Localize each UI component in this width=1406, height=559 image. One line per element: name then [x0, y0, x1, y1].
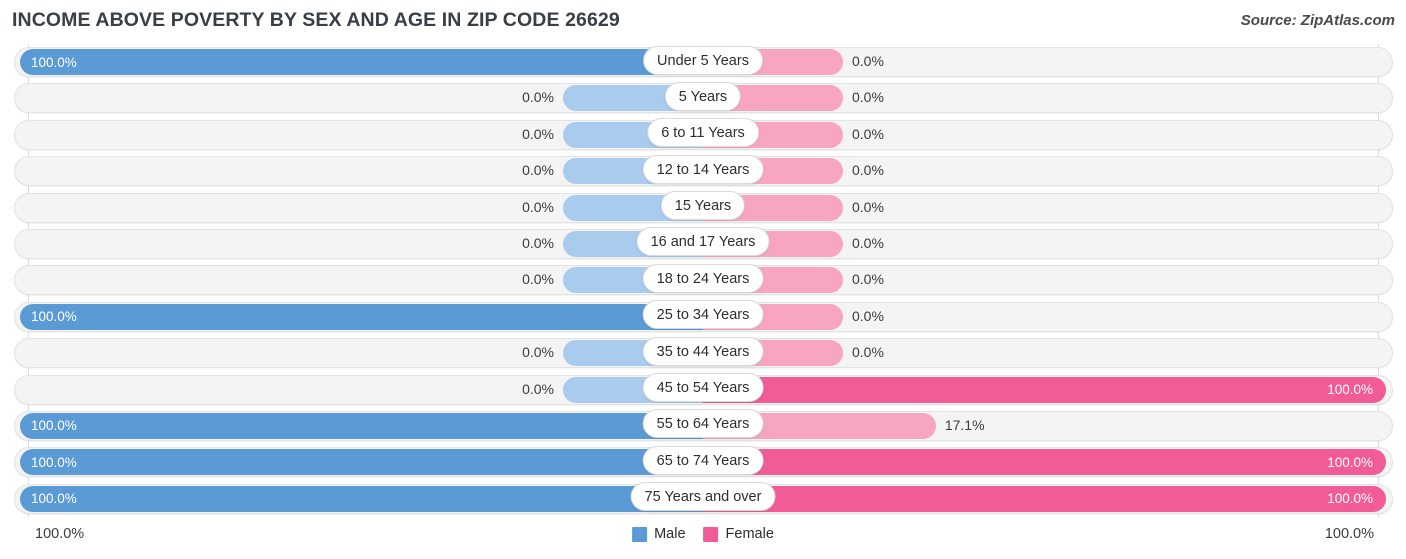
female-value-label: 0.0%	[852, 198, 884, 215]
female-value-label: 0.0%	[852, 89, 884, 106]
legend-item-female[interactable]: Female	[703, 526, 774, 542]
category-label-pill: 55 to 64 Years	[642, 409, 764, 439]
bar-row: 0.0% 0.0% 6 to 11 Years	[0, 117, 1406, 153]
male-value-label: 0.0%	[522, 89, 554, 106]
female-bar[interactable]: 100.0%	[703, 376, 1386, 403]
male-value-label: 0.0%	[522, 344, 554, 361]
male-value-label: 0.0%	[522, 271, 554, 288]
bar-row: 100.0% 100.0% 65 to 74 Years	[0, 444, 1406, 480]
bar-row: 0.0% 0.0% 18 to 24 Years	[0, 262, 1406, 298]
legend-item-male[interactable]: Male	[632, 526, 686, 542]
female-value-label: 0.0%	[852, 344, 884, 361]
page-title: INCOME ABOVE POVERTY BY SEX AND AGE IN Z…	[12, 9, 620, 31]
bar-row: 0.0% 0.0% 35 to 44 Years	[0, 335, 1406, 371]
male-bar[interactable]: 100.0%	[20, 449, 703, 476]
male-value-label: 0.0%	[522, 380, 554, 397]
category-label-pill: 5 Years	[664, 81, 742, 111]
category-label-pill: 16 and 17 Years	[636, 227, 770, 257]
category-label-pill: 45 to 54 Years	[642, 373, 764, 403]
female-color-swatch	[703, 526, 719, 542]
bar-row: 100.0% 0.0% 25 to 34 Years	[0, 299, 1406, 335]
bar-row: 100.0% 100.0% 75 Years and over	[0, 481, 1406, 517]
female-value-label: 100.0%	[1327, 491, 1373, 507]
female-value-label: 100.0%	[1327, 382, 1373, 398]
axis-label-right: 100.0%	[1324, 526, 1374, 542]
female-value-label: 0.0%	[852, 307, 884, 324]
male-bar[interactable]: 100.0%	[20, 49, 703, 75]
male-value-label: 0.0%	[522, 125, 554, 142]
female-bar[interactable]: 100.0%	[703, 449, 1386, 476]
female-value-label: 0.0%	[852, 53, 884, 69]
bar-row: 0.0% 0.0% 12 to 14 Years	[0, 153, 1406, 189]
chart-plot-area: 100.0% 0.0% Under 5 Years 0.0% 0.0% 5 Years 0.…	[0, 44, 1406, 517]
source-attribution: Source: ZipAtlas.com	[1240, 12, 1395, 29]
category-label-pill: 15 Years	[660, 191, 746, 221]
category-label-pill: 75 Years and over	[630, 482, 776, 512]
axis-label-left: 100.0%	[35, 526, 85, 542]
category-label-pill: 25 to 34 Years	[642, 300, 764, 330]
female-value-label: 0.0%	[852, 271, 884, 288]
female-value-label: 0.0%	[852, 162, 884, 179]
bar-rows: 100.0% 0.0% Under 5 Years 0.0% 0.0% 5 Years 0.…	[0, 44, 1406, 517]
chart-footer: 100.0% Male Female 100.0%	[0, 517, 1406, 559]
male-value-label: 100.0%	[31, 418, 77, 434]
male-bar[interactable]: 100.0%	[20, 485, 703, 512]
bar-row: 100.0% 0.0% Under 5 Years	[0, 44, 1406, 80]
male-value-label: 0.0%	[522, 234, 554, 251]
bar-row: 0.0% 100.0% 45 to 54 Years	[0, 372, 1406, 408]
legend-label-male: Male	[654, 526, 686, 542]
female-value-label: 0.0%	[852, 234, 884, 251]
bar-row: 0.0% 0.0% 5 Years	[0, 80, 1406, 116]
bar-row: 0.0% 0.0% 15 Years	[0, 190, 1406, 226]
male-bar[interactable]: 100.0%	[20, 412, 703, 439]
category-label-pill: 6 to 11 Years	[647, 118, 759, 148]
male-value-label: 100.0%	[31, 309, 77, 325]
male-color-swatch	[632, 526, 648, 542]
female-value-label: 0.0%	[852, 125, 884, 142]
chart-header: INCOME ABOVE POVERTY BY SEX AND AGE IN Z…	[0, 0, 1406, 44]
legend-label-female: Female	[725, 526, 774, 542]
male-bar[interactable]: 100.0%	[20, 303, 703, 330]
male-value-label: 0.0%	[522, 198, 554, 215]
bar-row: 0.0% 0.0% 16 and 17 Years	[0, 226, 1406, 262]
male-value-label: 100.0%	[31, 491, 77, 507]
female-bar[interactable]: 100.0%	[703, 485, 1386, 512]
category-label-pill: 35 to 44 Years	[642, 336, 764, 366]
bar-row: 100.0% 17.1% 55 to 64 Years	[0, 408, 1406, 444]
female-value-label: 17.1%	[944, 416, 985, 433]
male-value-label: 100.0%	[31, 54, 77, 70]
chart-legend: Male Female	[632, 526, 774, 542]
category-label-pill: 65 to 74 Years	[642, 445, 764, 475]
male-value-label: 100.0%	[31, 454, 77, 470]
category-label-pill: 18 to 24 Years	[642, 263, 764, 293]
male-value-label: 0.0%	[522, 162, 554, 179]
category-label-pill: 12 to 14 Years	[642, 154, 764, 184]
category-label-pill: Under 5 Years	[643, 45, 763, 75]
female-value-label: 100.0%	[1327, 454, 1373, 470]
